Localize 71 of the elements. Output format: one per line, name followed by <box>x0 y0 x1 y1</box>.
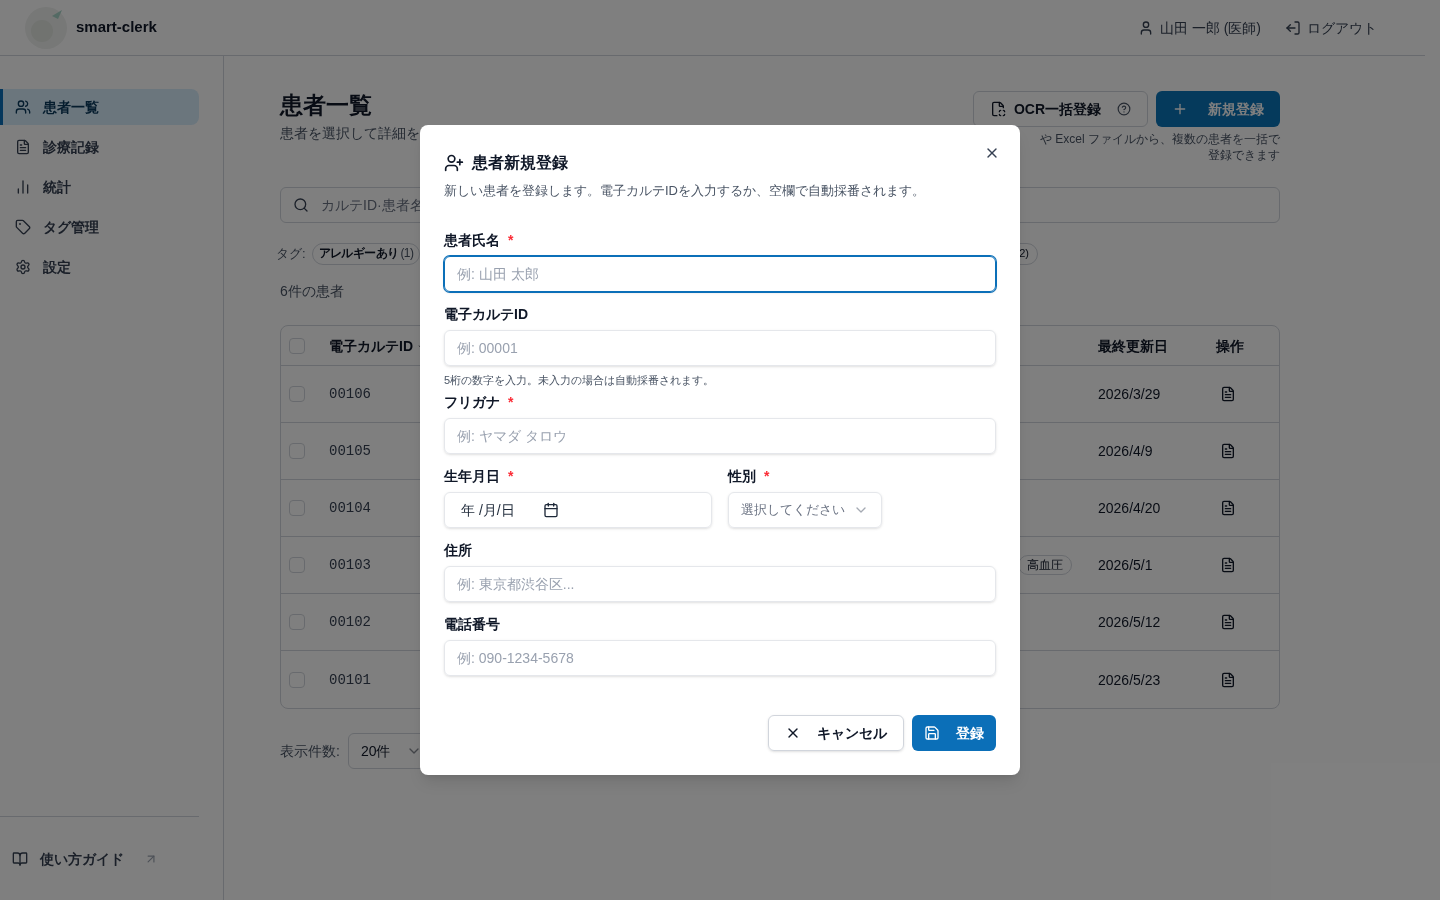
record-icon[interactable] <box>1220 671 1236 688</box>
help-icon <box>1117 102 1131 116</box>
page-subtitle: 患者を選択して詳細を <box>280 124 420 143</box>
dialog-title: 患者新規登録 <box>472 153 568 173</box>
sidebar-item[interactable]: 診療記録 <box>0 129 199 165</box>
field-label: 電話番号 <box>444 615 500 634</box>
tags-label: タグ: <box>276 244 306 263</box>
table-cell-text: 2026/5/23 <box>1098 670 1162 690</box>
record-icon[interactable] <box>1220 443 1236 459</box>
sidebar-item[interactable]: 患者一覧 <box>0 89 199 125</box>
table-cell-text: 00105 <box>329 442 371 461</box>
text-field[interactable]: 例: 山田 太郎 <box>444 255 996 292</box>
sidebar-item[interactable]: タグ管理 <box>0 209 199 245</box>
field-label: 電子カルテID <box>444 304 528 324</box>
logout-icon <box>1285 19 1301 36</box>
logout-button[interactable]: ログアウト <box>1285 17 1377 38</box>
nav-icon <box>15 179 31 195</box>
date-value: 年 /月/日 <box>461 501 515 520</box>
book-icon <box>12 850 28 867</box>
submit-button[interactable]: 登録 <box>912 715 996 751</box>
plus-icon <box>1172 101 1188 117</box>
ocr-hint: や Excel ファイルから、複数の患者を一括で登録できます <box>1039 131 1280 163</box>
record-icon[interactable] <box>1220 500 1236 516</box>
page-size-label: 表示件数: <box>280 742 340 761</box>
file-scan-icon <box>989 101 1006 117</box>
nav-icon <box>15 99 31 115</box>
app-name: smart-clerk <box>76 17 157 38</box>
save-icon <box>924 725 940 741</box>
search-icon <box>293 197 309 213</box>
field-label: フリガナ <box>444 393 500 412</box>
column-header: 操作 <box>1216 336 1245 356</box>
table-cell-text: 2026/4/20 <box>1098 499 1162 518</box>
required-mark: * <box>508 230 514 250</box>
patient-count: 6件の患者 <box>280 282 345 301</box>
column-header: 最終更新日 <box>1098 336 1169 356</box>
nav-icon <box>15 259 31 275</box>
user-plus-icon <box>444 153 464 173</box>
table-cell-text: 2026/5/1 <box>1098 556 1154 575</box>
record-icon[interactable] <box>1220 614 1236 630</box>
record-icon[interactable] <box>1220 386 1236 402</box>
required-mark: * <box>508 393 514 412</box>
table-cell-text: 00106 <box>329 385 371 404</box>
user-name: 山田 一郎 (医師) <box>1159 18 1261 38</box>
table-cell-text: 00101 <box>329 670 371 690</box>
nav-icon <box>15 219 31 235</box>
field-label: 生年月日 <box>444 467 500 486</box>
field-label: 性別 <box>728 467 756 486</box>
field-label: 患者氏名 <box>444 230 500 250</box>
table-cell-text: 00104 <box>329 499 371 518</box>
required-mark: * <box>764 467 770 486</box>
sidebar-item[interactable]: 統計 <box>0 169 199 205</box>
guide-link[interactable]: 使い方ガイド <box>40 848 124 869</box>
new-patient-button[interactable]: 新規登録 <box>1156 91 1280 127</box>
dialog-description: 新しい患者を登録します。電子カルテIDを入力するか、空欄で自動採番されます。 <box>444 182 926 200</box>
page-title: 患者一覧 <box>280 91 373 119</box>
nav-icon <box>15 139 31 155</box>
table-cell-text: 2026/4/9 <box>1098 442 1154 461</box>
table-cell-text: 00102 <box>329 613 371 632</box>
sidebar-item[interactable]: 設定 <box>0 249 199 285</box>
cancel-button[interactable]: キャンセル <box>768 715 904 751</box>
field-label: 住所 <box>444 541 472 560</box>
logo-icon <box>24 5 68 50</box>
table-cell-text: 2026/5/12 <box>1098 613 1162 632</box>
field-hint: 5桁の数字を入力。未入力の場合は自動採番されます。 <box>444 372 716 388</box>
date-field[interactable]: 年 /月/日 <box>444 492 712 528</box>
record-icon[interactable] <box>1220 557 1236 573</box>
table-cell-text: 2026/3/29 <box>1098 385 1162 404</box>
gender-select[interactable]: 選択してください <box>728 492 882 528</box>
required-mark: * <box>508 467 514 486</box>
table-cell-text: 00103 <box>329 556 371 575</box>
calendar-icon[interactable] <box>542 502 559 518</box>
